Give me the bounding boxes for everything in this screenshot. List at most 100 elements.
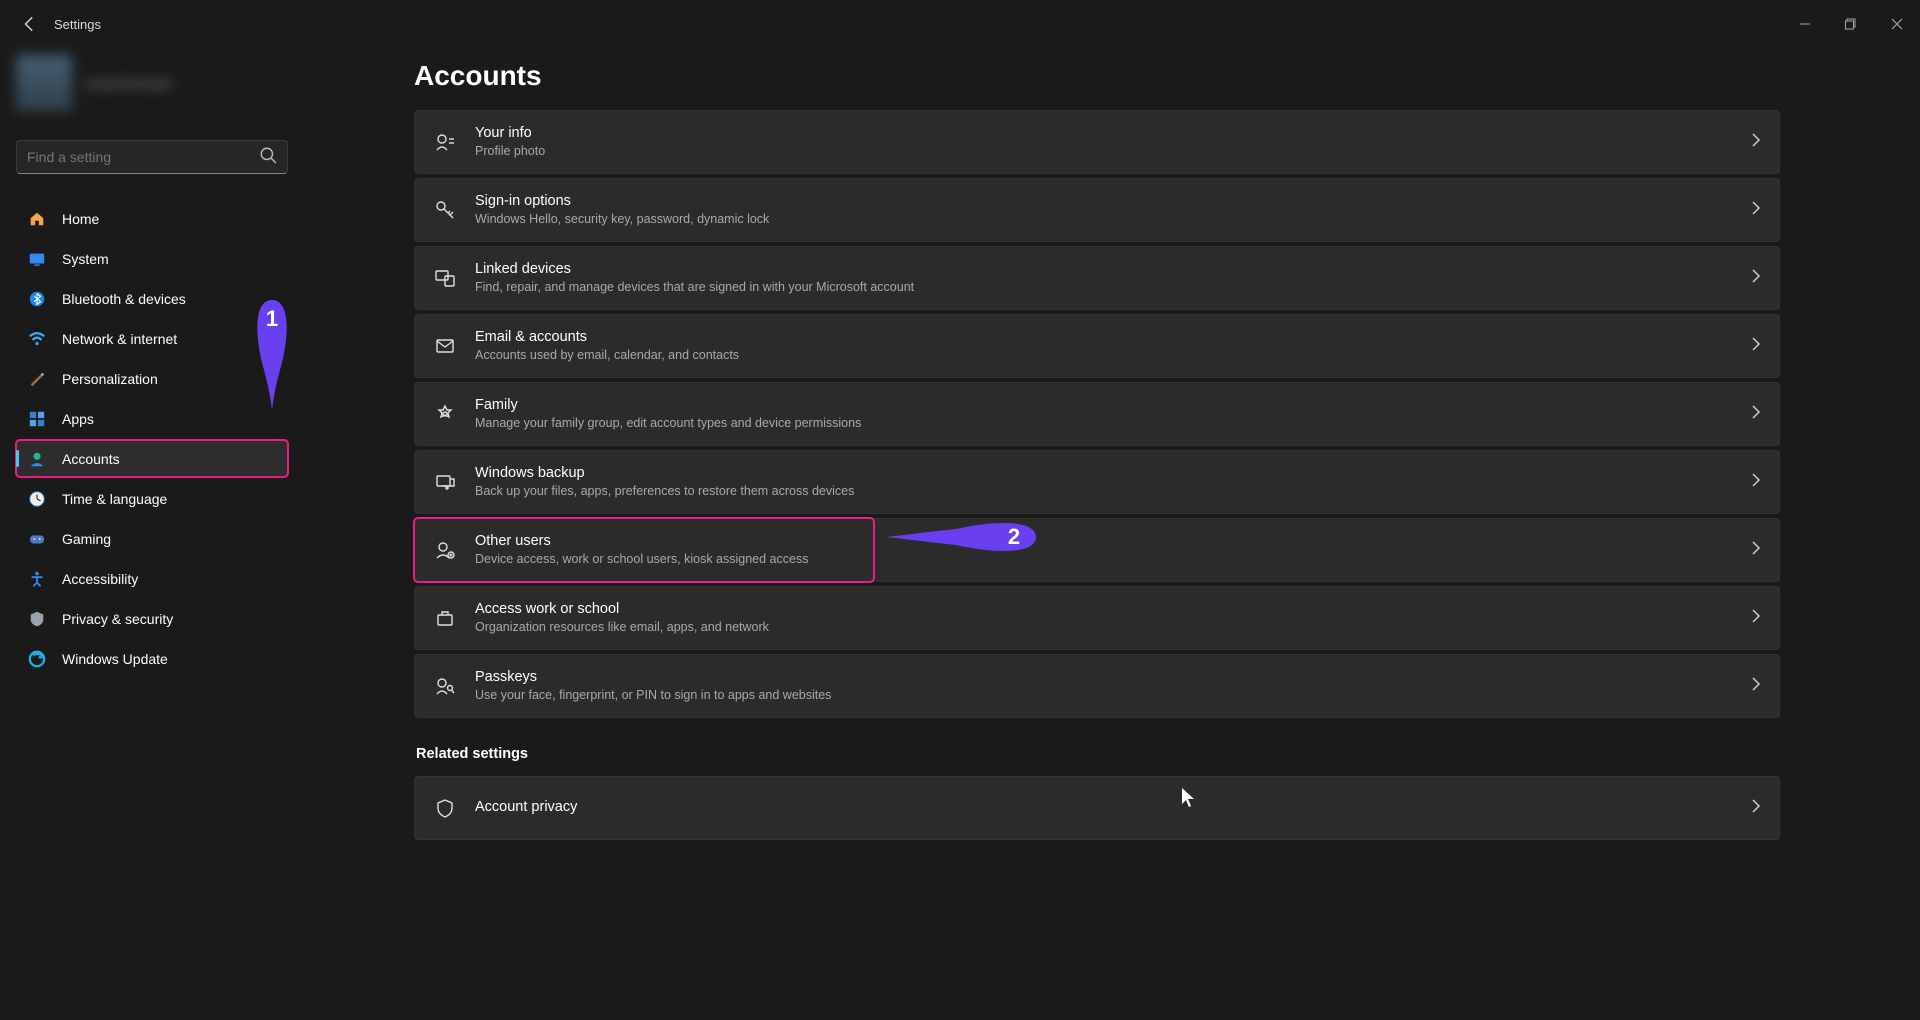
- personalization-icon: [26, 368, 48, 390]
- sidebar-item-accessibility[interactable]: Accessibility: [16, 560, 288, 597]
- bluetooth-icon: [26, 288, 48, 310]
- chevron-right-icon: [1751, 201, 1761, 220]
- settings-card-linked[interactable]: Linked devices Find, repair, and manage …: [414, 246, 1780, 310]
- sidebar-item-bluetooth[interactable]: Bluetooth & devices: [16, 280, 288, 317]
- card-text: Other users Device access, work or schoo…: [475, 532, 855, 568]
- chevron-right-icon: [1751, 473, 1761, 492]
- card-title: Other users: [475, 532, 855, 552]
- chevron-right-icon: [1751, 677, 1761, 696]
- user-profile-block[interactable]: Local Account: [16, 52, 288, 114]
- sidebar-item-label: Privacy & security: [62, 611, 173, 627]
- back-button[interactable]: [12, 6, 48, 42]
- chevron-right-icon: [1751, 609, 1761, 628]
- sidebar-item-apps[interactable]: Apps: [16, 400, 288, 437]
- sidebar-item-label: Network & internet: [62, 331, 177, 347]
- chevron-right-icon: [1751, 133, 1761, 152]
- card-subtitle: Profile photo: [475, 143, 1751, 160]
- network-icon: [26, 328, 48, 350]
- home-icon: [26, 208, 48, 230]
- card-text: Account privacy: [475, 798, 1751, 818]
- settings-card-privacy2[interactable]: Account privacy: [414, 776, 1780, 840]
- sidebar-item-privacy[interactable]: Privacy & security: [16, 600, 288, 637]
- privacy-icon: [26, 608, 48, 630]
- search-box[interactable]: [16, 140, 288, 174]
- sidebar-item-label: Windows Update: [62, 651, 168, 667]
- card-title: Sign-in options: [475, 192, 1751, 212]
- sidebar-item-label: System: [62, 251, 109, 267]
- backup-icon: [433, 470, 457, 494]
- card-title: Family: [475, 396, 1751, 416]
- card-title: Windows backup: [475, 464, 1751, 484]
- settings-card-passkeys[interactable]: Passkeys Use your face, fingerprint, or …: [414, 654, 1780, 718]
- card-subtitle: Find, repair, and manage devices that ar…: [475, 279, 1751, 296]
- sidebar-item-accounts[interactable]: Accounts: [16, 440, 288, 477]
- settings-card-key[interactable]: Sign-in options Windows Hello, security …: [414, 178, 1780, 242]
- card-title: Account privacy: [475, 798, 1751, 818]
- settings-card-family[interactable]: Family Manage your family group, edit ac…: [414, 382, 1780, 446]
- system-icon: [26, 248, 48, 270]
- card-subtitle: Device access, work or school users, kio…: [475, 551, 855, 568]
- maximize-button[interactable]: [1828, 8, 1874, 40]
- update-icon: [26, 648, 48, 670]
- sidebar-item-system[interactable]: System: [16, 240, 288, 277]
- main-content: Accounts Your info Profile photo Sign-in…: [304, 48, 1920, 1020]
- settings-card-backup[interactable]: Windows backup Back up your files, apps,…: [414, 450, 1780, 514]
- card-subtitle: Organization resources like email, apps,…: [475, 619, 1751, 636]
- chevron-right-icon: [1751, 337, 1761, 356]
- window-controls: [1782, 8, 1920, 40]
- email-icon: [433, 334, 457, 358]
- sidebar-item-time[interactable]: Time & language: [16, 480, 288, 517]
- search-input[interactable]: [27, 149, 259, 165]
- sidebar: Local Account Home System Bluetooth & devi…: [0, 48, 304, 1020]
- passkeys-icon: [433, 674, 457, 698]
- sidebar-item-label: Apps: [62, 411, 94, 427]
- card-title: Linked devices: [475, 260, 1751, 280]
- card-subtitle: Use your face, fingerprint, or PIN to si…: [475, 687, 1751, 704]
- sidebar-item-network[interactable]: Network & internet: [16, 320, 288, 357]
- sidebar-item-label: Gaming: [62, 531, 111, 547]
- settings-card-yourinfo[interactable]: Your info Profile photo: [414, 110, 1780, 174]
- otherusers-icon: [433, 538, 457, 562]
- accounts-icon: [26, 448, 48, 470]
- card-subtitle: Back up your files, apps, preferences to…: [475, 483, 1751, 500]
- linked-icon: [433, 266, 457, 290]
- settings-card-work[interactable]: Access work or school Organization resou…: [414, 586, 1780, 650]
- card-text: Email & accounts Accounts used by email,…: [475, 328, 1751, 364]
- card-subtitle: Windows Hello, security key, password, d…: [475, 211, 1751, 228]
- sidebar-item-personalization[interactable]: Personalization: [16, 360, 288, 397]
- minimize-button[interactable]: [1782, 8, 1828, 40]
- card-text: Access work or school Organization resou…: [475, 600, 1751, 636]
- card-text: Passkeys Use your face, fingerprint, or …: [475, 668, 1751, 704]
- sidebar-item-label: Accessibility: [62, 571, 138, 587]
- titlebar: Settings: [0, 0, 1920, 48]
- work-icon: [433, 606, 457, 630]
- privacy2-icon: [433, 796, 457, 820]
- sidebar-item-label: Home: [62, 211, 99, 227]
- gaming-icon: [26, 528, 48, 550]
- card-text: Linked devices Find, repair, and manage …: [475, 260, 1751, 296]
- yourinfo-icon: [433, 130, 457, 154]
- sidebar-item-gaming[interactable]: Gaming: [16, 520, 288, 557]
- chevron-right-icon: [1751, 405, 1761, 424]
- card-title: Your info: [475, 124, 1751, 144]
- sidebar-item-label: Time & language: [62, 491, 167, 507]
- close-button[interactable]: [1874, 8, 1920, 40]
- user-name: Local Account: [84, 75, 171, 91]
- card-title: Email & accounts: [475, 328, 1751, 348]
- sidebar-item-home[interactable]: Home: [16, 200, 288, 237]
- search-icon: [259, 146, 277, 169]
- avatar: [16, 55, 72, 111]
- settings-card-email[interactable]: Email & accounts Accounts used by email,…: [414, 314, 1780, 378]
- key-icon: [433, 198, 457, 222]
- card-text: Your info Profile photo: [475, 124, 1751, 160]
- sidebar-item-update[interactable]: Windows Update: [16, 640, 288, 677]
- apps-icon: [26, 408, 48, 430]
- nav-list: Home System Bluetooth & devices Network & i…: [16, 200, 288, 677]
- card-text: Family Manage your family group, edit ac…: [475, 396, 1751, 432]
- settings-card-otherusers[interactable]: Other users Device access, work or schoo…: [414, 518, 874, 582]
- page-title: Accounts: [414, 60, 1780, 92]
- family-icon: [433, 402, 457, 426]
- chevron-right-icon: [1751, 799, 1761, 818]
- card-title: Access work or school: [475, 600, 1751, 620]
- time-icon: [26, 488, 48, 510]
